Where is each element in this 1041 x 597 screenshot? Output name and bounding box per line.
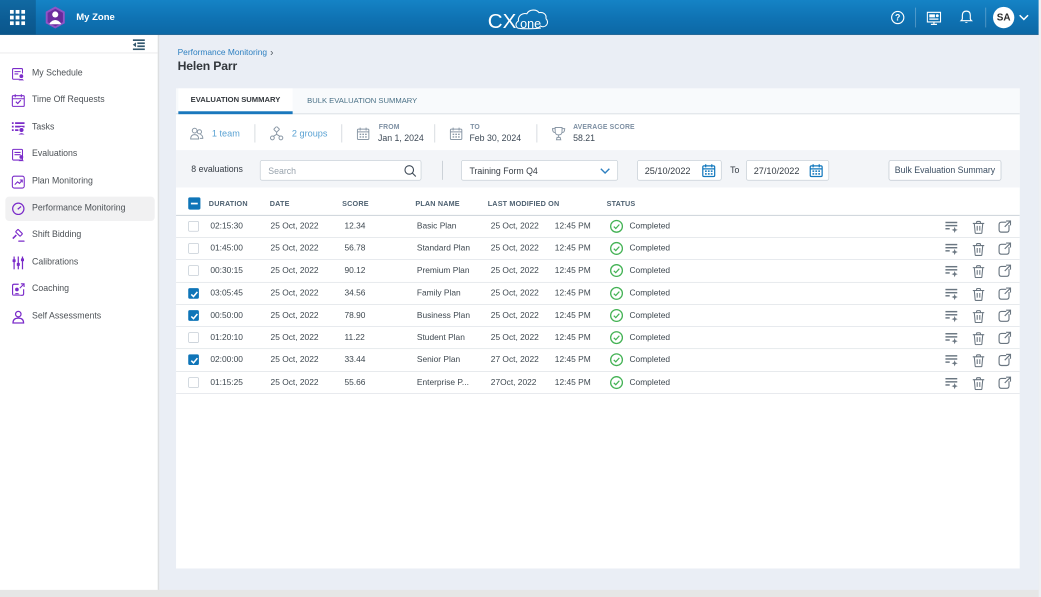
svg-text:CX: CX: [488, 10, 516, 33]
svg-text:?: ?: [895, 13, 900, 23]
